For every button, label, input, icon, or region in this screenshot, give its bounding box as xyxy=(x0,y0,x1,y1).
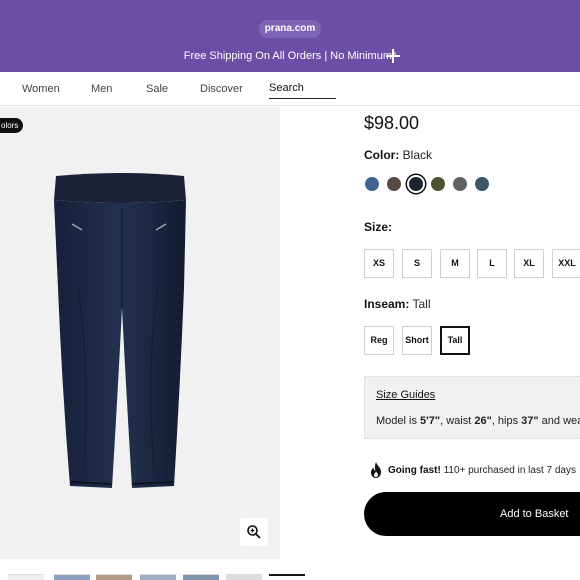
main-nav: Women Men Sale Discover Search xyxy=(0,72,580,106)
model-hips: 37" xyxy=(521,415,539,427)
thumbnail[interactable] xyxy=(54,574,90,580)
model-height: 5'7" xyxy=(420,415,441,427)
color-label: Color: xyxy=(364,148,400,162)
size-guide-box xyxy=(364,376,580,439)
nav-item-men[interactable]: Men xyxy=(91,83,112,95)
swatch-gray[interactable] xyxy=(453,177,467,191)
swatch-slate[interactable] xyxy=(475,177,489,191)
flame-icon xyxy=(371,462,381,478)
inseam-option-short[interactable]: Short xyxy=(402,326,432,355)
thumbnail-selected[interactable] xyxy=(269,574,305,580)
swatch-black[interactable] xyxy=(409,177,423,191)
product-price: $98.00 xyxy=(364,113,420,133)
model-waist: 26" xyxy=(474,415,492,427)
inseam-option-reg[interactable]: Reg xyxy=(364,326,394,355)
nav-item-discover[interactable]: Discover xyxy=(200,83,243,95)
thumbnail[interactable] xyxy=(140,574,176,580)
urgency-detail: 110+ purchased in last 7 days xyxy=(443,465,576,476)
inseam-label-row: Inseam: Tall xyxy=(364,297,431,311)
size-option-l[interactable]: L xyxy=(477,249,507,278)
model-info: Model is 5'7", waist 26", hips 37" and w… xyxy=(376,415,580,427)
urgency-bold: Going fast! xyxy=(388,465,441,476)
swatch-blue[interactable] xyxy=(365,177,379,191)
thumbnail[interactable] xyxy=(8,574,44,580)
nav-item-sale[interactable]: Sale xyxy=(146,83,168,95)
promo-banner: prana.com Free Shipping On All Orders | … xyxy=(0,0,580,72)
search-input[interactable]: Search xyxy=(269,82,336,99)
waist-prefix: , waist xyxy=(440,415,475,427)
thumbnail-strip xyxy=(0,574,320,580)
size-option-xxl[interactable]: XXL xyxy=(552,249,580,278)
model-prefix: Model is xyxy=(376,415,421,427)
color-value: Black xyxy=(402,148,433,162)
brand-pill[interactable]: prana.com xyxy=(259,20,321,38)
plus-icon[interactable] xyxy=(385,48,401,64)
size-option-s[interactable]: S xyxy=(402,249,432,278)
size-option-xs[interactable]: XS xyxy=(364,249,394,278)
hips-prefix: , hips xyxy=(491,415,522,427)
add-to-basket-button[interactable]: Add to Basket xyxy=(364,492,580,536)
thumbnail[interactable] xyxy=(183,574,219,580)
size-label: Size: xyxy=(364,220,393,234)
swatch-brown[interactable] xyxy=(387,177,401,191)
size-label-row: Size: xyxy=(364,220,392,234)
inseam-value: Tall xyxy=(412,297,431,311)
thumbnail[interactable] xyxy=(226,574,262,580)
inseam-option-tall[interactable]: Tall xyxy=(440,326,470,355)
urgency-text: Going fast! 110+ purchased in last 7 day… xyxy=(388,465,576,476)
zoom-button[interactable] xyxy=(240,518,268,546)
thumbnail[interactable] xyxy=(96,574,132,580)
promo-text: Free Shipping On All Orders | No Minimum… xyxy=(183,50,397,62)
zoom-in-icon xyxy=(247,525,261,539)
swatch-olive[interactable] xyxy=(431,177,445,191)
model-suffix: and weari xyxy=(541,415,580,427)
colors-badge[interactable]: olors xyxy=(0,118,23,133)
size-option-xl[interactable]: XL xyxy=(514,249,544,278)
product-image xyxy=(54,173,186,488)
size-option-m[interactable]: M xyxy=(440,249,470,278)
size-guides-link[interactable]: Size Guides xyxy=(376,389,435,401)
inseam-label: Inseam: xyxy=(364,297,410,311)
nav-item-women[interactable]: Women xyxy=(22,83,60,95)
color-label-row: Color: Black xyxy=(364,148,432,162)
